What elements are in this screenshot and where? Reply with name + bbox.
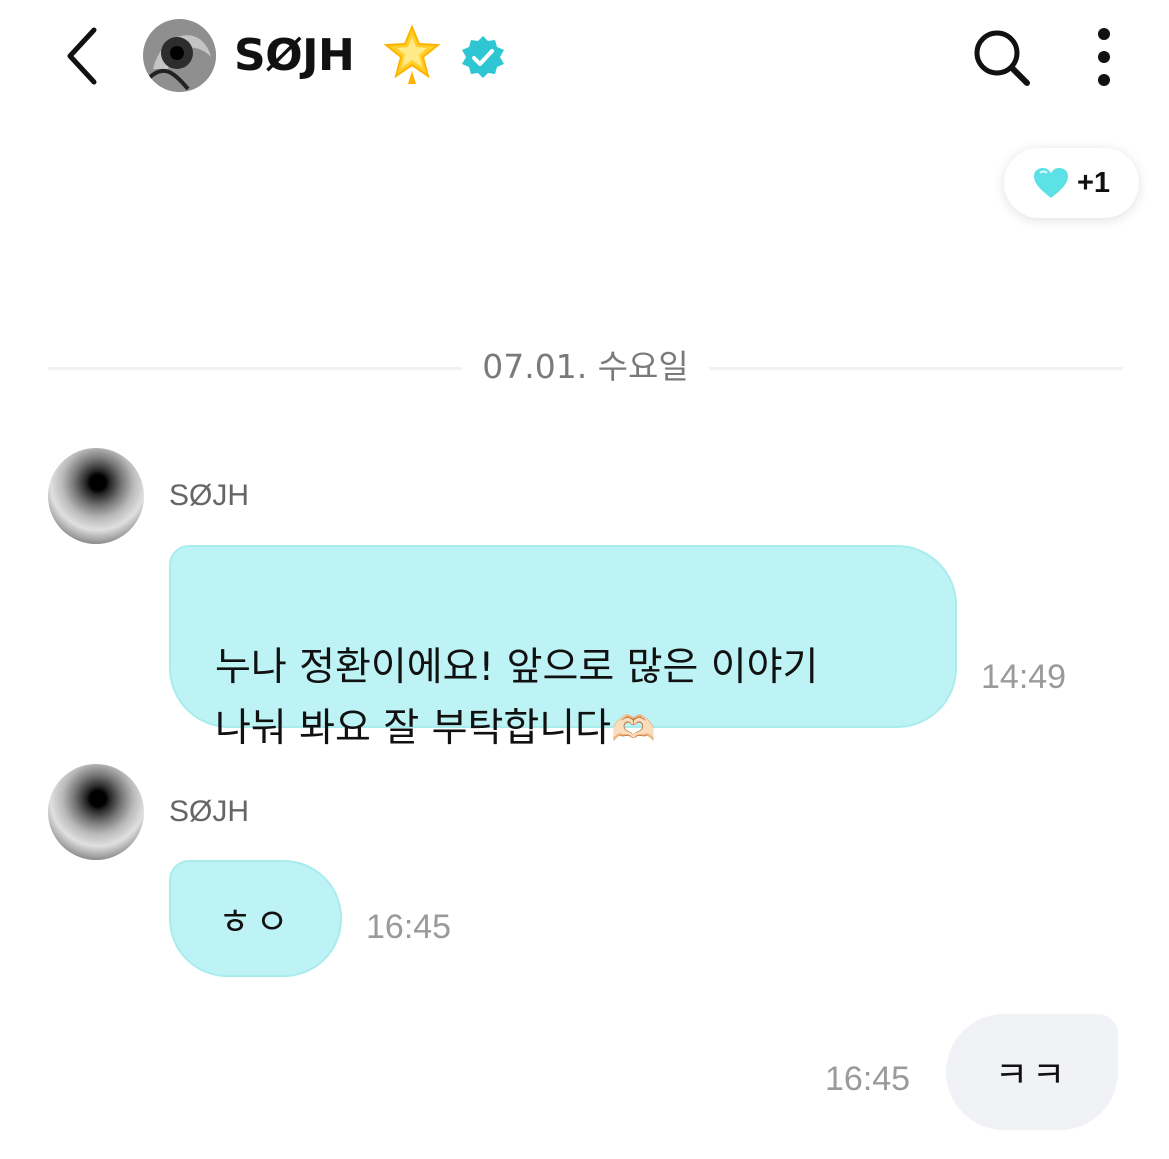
- back-button[interactable]: [56, 22, 112, 90]
- message-time: 16:45: [825, 1060, 911, 1098]
- message-bubble[interactable]: ㅎㅇ: [169, 860, 342, 977]
- date-divider: 07.01. 수요일: [482, 347, 689, 386]
- heart-hands-emoji: 🫶🏻: [611, 709, 656, 750]
- message-bubble[interactable]: 누나 정환이에요! 앞으로 많은 이야기 나눠 봐요 잘 부탁합니다🫶🏻: [169, 545, 957, 751]
- chat-header: SØJH: [0, 0, 1169, 115]
- avatar-image: [143, 19, 216, 92]
- chevron-left-icon: [67, 27, 97, 85]
- message-time: 14:49: [981, 658, 1067, 696]
- reaction-pill[interactable]: +1: [1004, 148, 1139, 218]
- search-button[interactable]: [968, 24, 1034, 90]
- glowing-star-icon: [384, 24, 440, 84]
- sender-avatar[interactable]: [48, 764, 144, 860]
- chat-screen: SØJH +1 07.01. 수요일 SØJH 누나 정환이에요! 앞으로 많은…: [0, 0, 1169, 1159]
- chat-title: SØJH: [234, 30, 355, 81]
- message-text: 누나 정환이에요! 앞으로 많은 이야기 나눠 봐요 잘 부탁합니다: [215, 645, 819, 751]
- outgoing-message-bubble[interactable]: ㅋㅋ: [946, 1014, 1118, 1130]
- message-text: ㅋㅋ: [994, 1055, 1070, 1096]
- header-avatar[interactable]: [143, 19, 216, 92]
- message-text: ㅎㅇ: [218, 901, 293, 943]
- sender-name: SØJH: [169, 479, 250, 512]
- sender-avatar[interactable]: [48, 448, 144, 544]
- sender-name: SØJH: [169, 795, 250, 828]
- more-options-button[interactable]: [1086, 24, 1122, 90]
- search-icon: [974, 30, 1030, 86]
- message-time: 16:45: [366, 908, 452, 946]
- heart-icon: [1033, 168, 1068, 198]
- more-vertical-icon: [1098, 28, 1110, 86]
- reaction-count: +1: [1076, 166, 1111, 199]
- verified-badge-icon: [462, 36, 504, 78]
- date-divider-line-left: [48, 367, 462, 370]
- date-divider-line-right: [709, 367, 1123, 370]
